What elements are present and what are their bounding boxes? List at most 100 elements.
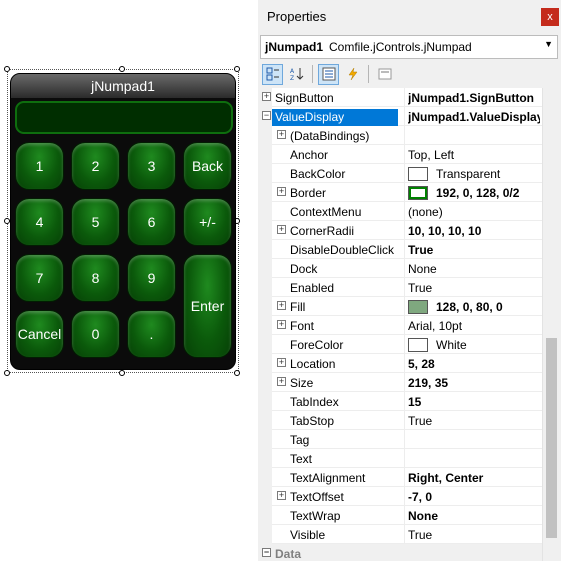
resize-handle-bottom-right[interactable]	[234, 370, 240, 376]
property-value[interactable]: True	[408, 280, 540, 297]
property-row[interactable]: + Font Arial, 10pt	[260, 316, 542, 335]
categorized-icon[interactable]	[262, 63, 283, 85]
property-value[interactable]: True	[408, 413, 540, 430]
property-value[interactable]: 5, 28	[408, 356, 540, 373]
property-name: ContextMenu	[290, 205, 362, 219]
property-row[interactable]: + Size 219, 35	[260, 373, 542, 392]
property-row[interactable]: + SignButton jNumpad1.SignButton	[260, 88, 542, 107]
expand-icon[interactable]: +	[262, 92, 271, 101]
key-5[interactable]: 5	[71, 198, 120, 246]
property-row[interactable]: ForeColor White	[260, 335, 542, 354]
property-value[interactable]	[408, 128, 540, 145]
property-name: ValueDisplay	[272, 109, 398, 126]
property-value[interactable]: 10, 10, 10, 10	[408, 223, 540, 240]
property-row[interactable]: + (DataBindings)	[260, 126, 542, 145]
expand-icon[interactable]: +	[277, 301, 286, 310]
property-row[interactable]: Visible True	[260, 525, 542, 544]
property-name: Visible	[290, 528, 326, 542]
property-row[interactable]: DisableDoubleClick True	[260, 240, 542, 259]
property-row[interactable]: ContextMenu (none)	[260, 202, 542, 221]
object-selector[interactable]: jNumpad1 Comfile.jControls.jNumpad ▼	[260, 35, 558, 59]
property-row[interactable]: TabStop True	[260, 411, 542, 430]
property-row[interactable]: + Location 5, 28	[260, 354, 542, 373]
expand-icon[interactable]: +	[277, 187, 286, 196]
property-name: BackColor	[290, 167, 346, 181]
key-8[interactable]: 8	[71, 254, 120, 302]
numpad-value-display[interactable]	[15, 101, 233, 134]
property-value[interactable]: None	[408, 261, 540, 278]
property-value[interactable]: Transparent	[408, 166, 540, 183]
property-value[interactable]: jNumpad1.ValueDisplay	[408, 109, 540, 126]
key-4[interactable]: 4	[15, 198, 64, 246]
key-dot[interactable]: .	[127, 310, 176, 358]
property-value[interactable]: 192, 0, 128, 0/2	[408, 185, 540, 202]
scrollbar-thumb[interactable]	[546, 338, 557, 538]
property-value[interactable]: None	[408, 508, 540, 525]
resize-handle-top-left[interactable]	[4, 66, 10, 72]
key-sign[interactable]: +/-	[183, 198, 232, 246]
property-value[interactable]: -7, 0	[408, 489, 540, 506]
key-back[interactable]: Back	[183, 142, 232, 190]
property-pages-icon[interactable]	[374, 64, 395, 85]
property-row[interactable]: + CornerRadii 10, 10, 10, 10	[260, 221, 542, 240]
property-row[interactable]: Text	[260, 449, 542, 468]
svg-text:Z: Z	[290, 75, 294, 81]
property-value[interactable]: White	[408, 337, 540, 354]
property-row[interactable]: − ValueDisplay jNumpad1.ValueDisplay	[260, 107, 542, 126]
property-value[interactable]	[408, 451, 540, 468]
numpad-control[interactable]: jNumpad1 1 2 3 Back 4 5 6 +/- 7 8 9 Ente…	[10, 73, 236, 370]
expand-icon[interactable]: +	[277, 377, 286, 386]
property-value-text: 15	[408, 395, 422, 409]
property-value[interactable]: 128, 0, 80, 0	[408, 299, 540, 316]
property-value[interactable]: 15	[408, 394, 540, 411]
expand-icon[interactable]: +	[277, 358, 286, 367]
expand-icon[interactable]: +	[277, 491, 286, 500]
property-row[interactable]: Dock None	[260, 259, 542, 278]
vertical-scrollbar[interactable]	[542, 88, 559, 561]
property-category[interactable]: − Data	[260, 544, 542, 561]
property-row[interactable]: + Border 192, 0, 128, 0/2	[260, 183, 542, 202]
property-row[interactable]: BackColor Transparent	[260, 164, 542, 183]
key-7[interactable]: 7	[15, 254, 64, 302]
property-name: Text	[290, 452, 313, 466]
resize-handle-top-right[interactable]	[234, 66, 240, 72]
property-value[interactable]: True	[408, 242, 540, 259]
key-3[interactable]: 3	[127, 142, 176, 190]
key-0[interactable]: 0	[71, 310, 120, 358]
expand-icon[interactable]: +	[277, 320, 286, 329]
collapse-icon[interactable]: −	[262, 548, 271, 557]
property-row[interactable]: TextWrap None	[260, 506, 542, 525]
property-value[interactable]: True	[408, 527, 540, 544]
property-row[interactable]: + TextOffset -7, 0	[260, 487, 542, 506]
color-swatch	[408, 338, 428, 352]
resize-handle-top[interactable]	[119, 66, 125, 72]
resize-handle-bottom-left[interactable]	[4, 370, 10, 376]
property-value[interactable]: (none)	[408, 204, 540, 221]
property-row[interactable]: Anchor Top, Left	[260, 145, 542, 164]
property-value[interactable]	[408, 432, 540, 449]
key-1[interactable]: 1	[15, 142, 64, 190]
property-value[interactable]: Arial, 10pt	[408, 318, 540, 335]
property-value[interactable]: 219, 35	[408, 375, 540, 392]
close-button[interactable]: x	[541, 8, 559, 26]
key-9[interactable]: 9	[127, 254, 176, 302]
events-icon[interactable]	[342, 64, 363, 85]
key-enter[interactable]: Enter	[183, 254, 232, 358]
expand-icon[interactable]: +	[277, 225, 286, 234]
property-value[interactable]: Top, Left	[408, 147, 540, 164]
property-row[interactable]: TabIndex 15	[260, 392, 542, 411]
property-row[interactable]: Enabled True	[260, 278, 542, 297]
collapse-icon[interactable]: −	[262, 111, 271, 120]
property-row[interactable]: + Fill 128, 0, 80, 0	[260, 297, 542, 316]
alphabetical-icon[interactable]: AZ	[286, 64, 307, 85]
property-row[interactable]: Tag	[260, 430, 542, 449]
resize-handle-bottom[interactable]	[119, 370, 125, 376]
key-2[interactable]: 2	[71, 142, 120, 190]
property-value[interactable]: jNumpad1.SignButton	[408, 90, 540, 107]
properties-icon[interactable]	[318, 63, 339, 85]
expand-icon[interactable]: +	[277, 130, 286, 139]
property-value[interactable]: Right, Center	[408, 470, 540, 487]
key-cancel[interactable]: Cancel	[15, 310, 64, 358]
key-6[interactable]: 6	[127, 198, 176, 246]
property-row[interactable]: TextAlignment Right, Center	[260, 468, 542, 487]
